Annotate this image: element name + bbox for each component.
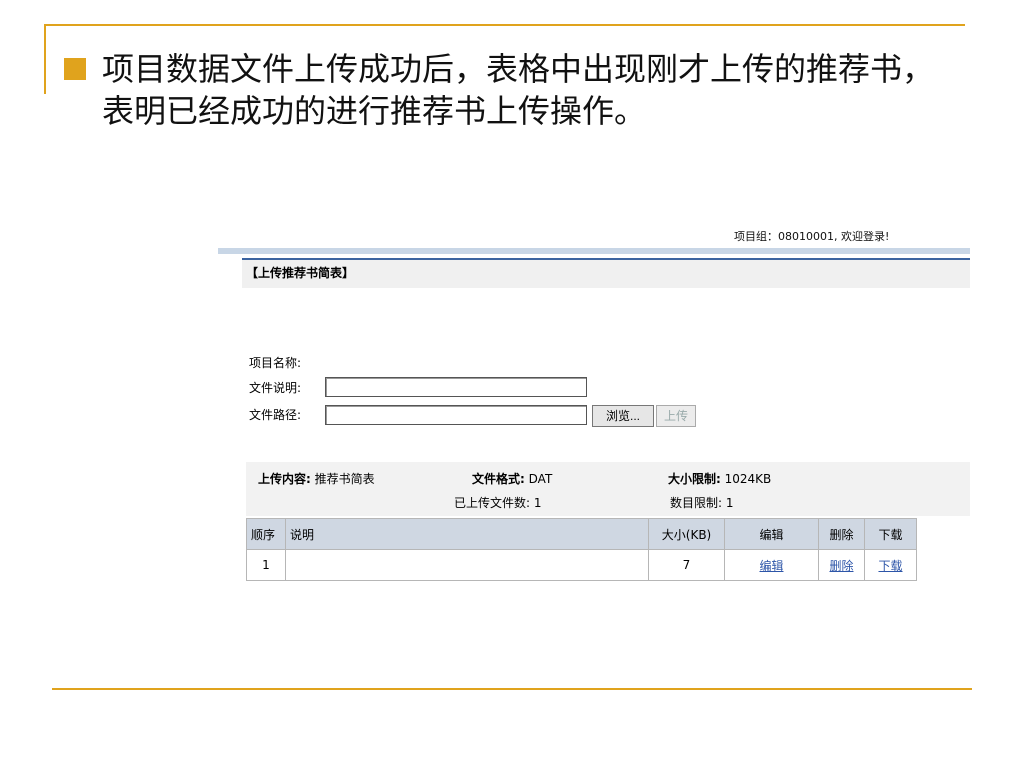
- col-edit-header: 编辑: [724, 518, 819, 550]
- welcome-message: 项目组：08010001, 欢迎登录!: [734, 230, 890, 243]
- col-download-header: 下载: [864, 518, 917, 550]
- col-desc-header: 说明: [285, 518, 649, 550]
- size-limit-label: 大小限制:: [668, 472, 721, 486]
- header-band: [218, 248, 970, 254]
- uploaded-count-info: 已上传文件数: 1: [454, 494, 542, 511]
- file-format-value: DAT: [528, 472, 553, 486]
- row-size: 7: [648, 549, 725, 581]
- file-path-label: 文件路径:: [249, 408, 302, 422]
- size-limit-value: 1024KB: [724, 472, 772, 486]
- upload-button[interactable]: 上传: [656, 405, 696, 427]
- bullet-text: 项目数据文件上传成功后，表格中出现刚才上传的推荐书，表明已经成功的进行推荐书上传…: [102, 50, 935, 130]
- row-download-cell: 下载: [864, 549, 917, 581]
- count-limit-value: 1: [725, 496, 734, 510]
- count-limit-label: 数目限制:: [670, 496, 723, 510]
- col-delete-header: 删除: [818, 518, 865, 550]
- delete-link[interactable]: 删除: [829, 559, 853, 573]
- upload-screenshot: 项目组：08010001, 欢迎登录! 【上传推荐书简表】 项目名称: 文件说明…: [218, 222, 970, 602]
- upload-content-info: 上传内容: 推荐书简表: [258, 470, 375, 487]
- bottom-divider: [52, 688, 972, 690]
- row-edit-cell: 编辑: [724, 549, 819, 581]
- col-order-header: 顺序: [246, 518, 286, 550]
- table-row: 1 7 编辑 删除 下载: [246, 549, 917, 581]
- col-size-header: 大小(KB): [648, 518, 725, 550]
- table-header-row: 顺序 说明 大小(KB) 编辑 删除 下载: [246, 518, 917, 550]
- upload-info-panel: 上传内容: 推荐书简表 文件格式: DAT 大小限制: 1024KB 已上传文件…: [246, 462, 970, 516]
- edit-link[interactable]: 编辑: [759, 559, 783, 573]
- uploaded-count-label: 已上传文件数:: [454, 496, 531, 510]
- section-header: 【上传推荐书简表】: [242, 258, 970, 288]
- uploaded-files-table: 顺序 说明 大小(KB) 编辑 删除 下载 1 7 编辑 删除 下载: [246, 518, 917, 581]
- project-name-label: 项目名称:: [249, 356, 302, 370]
- file-format-info: 文件格式: DAT: [472, 470, 552, 487]
- left-divider: [44, 24, 46, 94]
- size-limit-info: 大小限制: 1024KB: [668, 470, 771, 487]
- file-desc-input[interactable]: [325, 377, 587, 397]
- download-link[interactable]: 下载: [878, 559, 902, 573]
- file-desc-label: 文件说明:: [249, 381, 302, 395]
- section-title: 【上传推荐书简表】: [246, 266, 355, 280]
- square-bullet-icon: [64, 58, 86, 80]
- row-delete-cell: 删除: [818, 549, 865, 581]
- upload-content-label: 上传内容:: [258, 472, 311, 486]
- row-desc: [285, 549, 649, 581]
- top-divider: [44, 24, 965, 26]
- row-order: 1: [246, 549, 286, 581]
- count-limit-info: 数目限制: 1: [670, 494, 734, 511]
- file-path-input[interactable]: [325, 405, 587, 425]
- upload-content-value: 推荐书简表: [314, 472, 375, 486]
- uploaded-count-value: 1: [533, 496, 542, 510]
- browse-button[interactable]: 浏览...: [592, 405, 654, 427]
- file-format-label: 文件格式:: [472, 472, 525, 486]
